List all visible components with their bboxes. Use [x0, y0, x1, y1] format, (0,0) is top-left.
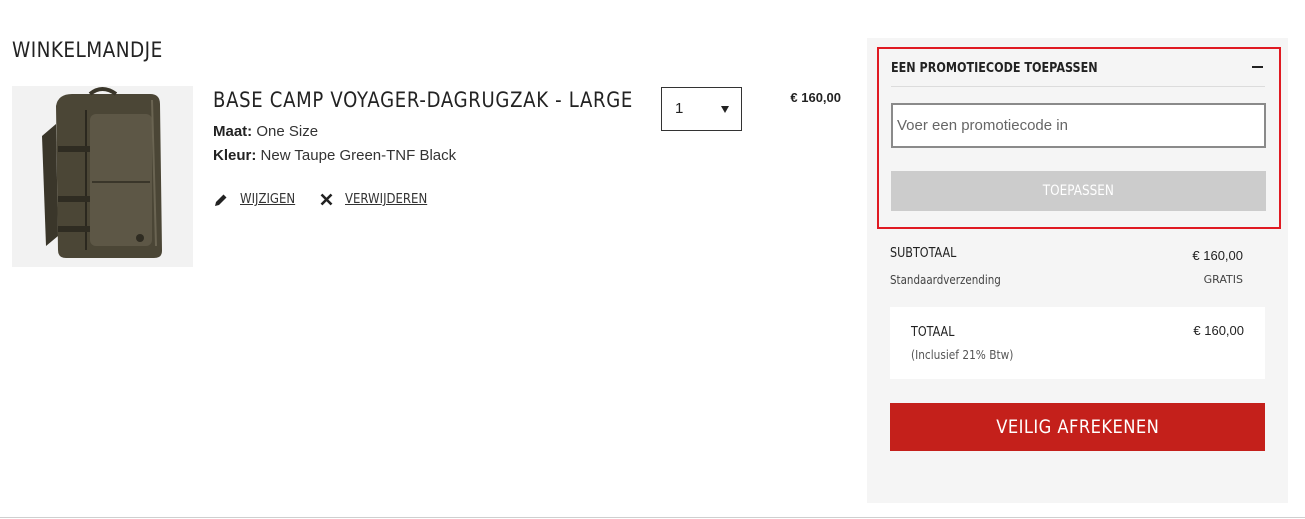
page-title: WINKELMANDJE — [12, 38, 163, 62]
edit-label: WIJZIGEN — [240, 192, 296, 207]
promo-code-section: EEN PROMOTIECODE TOEPASSEN TOEPASSEN — [877, 47, 1281, 229]
quantity-select[interactable]: 1 — [661, 87, 742, 131]
vat-note: (Inclusief 21% Btw) — [911, 348, 1014, 362]
apply-promo-label: TOEPASSEN — [1042, 183, 1115, 199]
promo-code-input[interactable] — [891, 103, 1266, 148]
size-label: Maat: — [213, 123, 253, 140]
shipping-value: GRATIS — [1203, 273, 1243, 286]
secure-checkout-button[interactable]: VEILIG AFREKENEN — [890, 403, 1265, 451]
color-label: Kleur: — [213, 147, 257, 164]
minus-icon[interactable] — [1252, 66, 1263, 68]
promo-title: EEN PROMOTIECODE TOEPASSEN — [891, 61, 1098, 76]
pencil-icon — [215, 194, 227, 206]
product-color: Kleur: New Taupe Green-TNF Black — [213, 147, 456, 164]
backpack-image — [12, 86, 193, 267]
chevron-down-icon — [721, 106, 729, 113]
product-image[interactable] — [12, 86, 193, 267]
promo-divider — [891, 86, 1265, 87]
checkout-label: VEILIG AFREKENEN — [995, 416, 1160, 438]
subtotal-label: SUBTOTAAL — [890, 246, 957, 261]
remove-label: VERWIJDEREN — [345, 192, 428, 207]
total-value: € 160,00 — [1193, 323, 1244, 338]
product-name[interactable]: BASE CAMP VOYAGER-DAGRUGZAK - LARGE — [213, 88, 633, 112]
color-value: New Taupe Green-TNF Black — [260, 147, 457, 164]
apply-promo-button[interactable]: TOEPASSEN — [891, 171, 1266, 211]
close-icon — [320, 193, 333, 206]
size-value: One Size — [256, 123, 319, 140]
quantity-value: 1 — [675, 100, 684, 117]
total-box: TOTAAL € 160,00 (Inclusief 21% Btw) — [890, 307, 1265, 379]
subtotal-value: € 160,00 — [1192, 248, 1243, 263]
shipping-label: Standaardverzending — [890, 273, 1001, 287]
edit-item-link[interactable]: WIJZIGEN — [214, 192, 301, 207]
total-label: TOTAAL — [911, 325, 955, 340]
remove-item-link[interactable]: VERWIJDEREN — [320, 192, 436, 207]
line-item-price: € 160,00 — [790, 90, 841, 105]
page-divider — [0, 517, 1305, 518]
product-size: Maat: One Size — [213, 123, 318, 140]
